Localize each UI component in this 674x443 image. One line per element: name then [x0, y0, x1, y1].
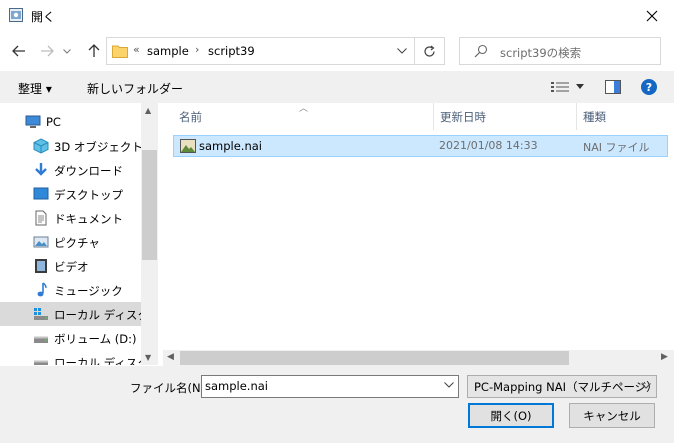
document-icon [35, 210, 47, 226]
nav-item-downloads[interactable]: ダウンロード [0, 158, 141, 182]
scroll-up-icon[interactable]: ▲ [145, 106, 151, 115]
drive-icon [34, 336, 48, 343]
address-overflow[interactable]: « [133, 43, 140, 56]
music-icon [37, 282, 47, 297]
chevron-down-icon [63, 48, 71, 54]
drive-icon [34, 360, 48, 365]
arrow-left-icon [12, 45, 25, 57]
chevron-down-icon[interactable] [444, 382, 454, 388]
column-header-modified[interactable]: 更新日時 [434, 103, 576, 130]
up-button[interactable] [83, 40, 105, 62]
nav-item-local-disk-c[interactable]: ローカル ディスク (C [0, 302, 141, 326]
nav-item-music[interactable]: ミュージック [0, 278, 141, 302]
nav-item-label: ダウンロード [54, 164, 123, 178]
pc-icon [25, 115, 41, 128]
nav-item-label: ビデオ [54, 260, 89, 274]
filetype-select[interactable]: PC-Mapping NAI（マルチページ） [467, 375, 657, 398]
view-options-caret-icon[interactable] [576, 84, 584, 89]
nav-item-desktop[interactable]: デスクトップ [0, 182, 141, 206]
close-icon [646, 10, 658, 21]
nav-scroll-thumb[interactable] [142, 150, 157, 260]
nav-item-label: ローカル ディスク (C [54, 308, 141, 322]
nav-scrollbar[interactable]: ▲ ▼ [141, 103, 158, 365]
forward-button[interactable] [36, 40, 58, 62]
column-header-type[interactable]: 種類 [577, 103, 674, 130]
arrow-right-icon [41, 45, 54, 57]
file-list: ︿ 名前 更新日時 種類 sample.nai 2021/01/08 14:33… [163, 103, 674, 350]
scroll-down-icon[interactable]: ▼ [145, 353, 151, 362]
search-input[interactable]: script39の検索 [500, 45, 581, 61]
back-button[interactable] [8, 40, 30, 62]
new-folder-button[interactable]: 新しいフォルダー [87, 80, 183, 97]
address-dropdown[interactable] [391, 39, 413, 63]
nav-item-label: ミュージック [54, 284, 123, 298]
chevron-down-icon [397, 48, 407, 54]
close-button[interactable] [630, 0, 674, 31]
breadcrumb-separator[interactable]: › [195, 43, 199, 56]
title-bar: 開く [0, 0, 674, 31]
file-row[interactable]: sample.nai 2021/01/08 14:33 NAI ファイル [173, 135, 668, 157]
command-bar: 整理 ▾ 新しいフォルダー ? [0, 71, 674, 103]
scroll-right-icon[interactable]: ▶ [661, 352, 668, 362]
help-icon[interactable]: ? [641, 79, 657, 95]
file-type: NAI ファイル [583, 141, 650, 154]
3d-objects-icon [33, 138, 49, 154]
open-button[interactable]: 開く(O) [468, 403, 554, 428]
video-icon [35, 259, 47, 273]
nav-item-videos[interactable]: ビデオ [0, 254, 141, 278]
horizontal-scroll-thumb[interactable] [180, 351, 569, 365]
folder-icon [112, 45, 128, 58]
filename-input[interactable]: sample.nai [201, 375, 459, 398]
search-icon [474, 44, 488, 58]
file-name: sample.nai [199, 139, 262, 153]
filename-value: sample.nai [205, 379, 268, 393]
window-title: 開く [31, 10, 56, 24]
nav-item-volume-d[interactable]: ボリューム (D:) [0, 326, 141, 350]
nav-item-label: ドキュメント [54, 212, 123, 226]
nav-item-local-disk-e[interactable]: ローカル ディスク (E [0, 350, 141, 365]
preview-pane-icon[interactable] [605, 80, 621, 94]
nav-item-label: 3D オブジェクト [54, 140, 141, 154]
chevron-down-icon [641, 383, 651, 389]
nav-item-label: PC [46, 115, 61, 129]
refresh-button[interactable] [415, 37, 445, 65]
filename-label: ファイル名(N): [130, 381, 209, 395]
address-row: « sample › script39 script39の検索 [0, 31, 674, 71]
nav-item-3d-objects[interactable]: 3D オブジェクト [0, 134, 141, 158]
dialog-footer: ファイル名(N): sample.nai PC-Mapping NAI（マルチペ… [0, 366, 674, 443]
download-icon [35, 163, 47, 176]
navigation-pane: PC 3D オブジェクト ダウンロード デスクトップ ドキュメント ピクチャ ビ… [0, 103, 158, 365]
nav-item-label: ローカル ディスク (E [54, 356, 141, 365]
scroll-left-icon[interactable]: ◀ [167, 352, 174, 362]
recent-locations-button[interactable] [60, 40, 74, 62]
breadcrumb-sample[interactable]: sample [147, 44, 189, 58]
nav-item-documents[interactable]: ドキュメント [0, 206, 141, 230]
filetype-value: PC-Mapping NAI（マルチページ） [474, 380, 657, 394]
file-modified: 2021/01/08 14:33 [439, 139, 538, 152]
cancel-button[interactable]: キャンセル [569, 403, 655, 428]
nav-item-pc[interactable]: PC [0, 110, 141, 134]
refresh-icon [424, 45, 435, 57]
horizontal-scrollbar[interactable]: ◀ ▶ [163, 350, 674, 366]
column-header-name[interactable]: 名前 [173, 103, 433, 130]
desktop-icon [33, 187, 49, 200]
search-box[interactable]: script39の検索 [459, 37, 661, 65]
picture-icon [33, 236, 49, 248]
view-details-icon[interactable] [551, 81, 569, 93]
address-bar[interactable]: « sample › script39 [106, 37, 415, 65]
nav-item-pictures[interactable]: ピクチャ [0, 230, 141, 254]
app-icon [9, 8, 23, 22]
drive-icon [34, 308, 48, 320]
image-file-icon [180, 139, 196, 153]
nav-item-label: ピクチャ [54, 236, 100, 250]
nav-item-label: ボリューム (D:) [54, 332, 137, 346]
organize-button[interactable]: 整理 ▾ [18, 80, 52, 97]
nav-item-label: デスクトップ [54, 188, 123, 202]
breadcrumb-script39[interactable]: script39 [208, 44, 255, 58]
arrow-up-icon [88, 44, 100, 57]
